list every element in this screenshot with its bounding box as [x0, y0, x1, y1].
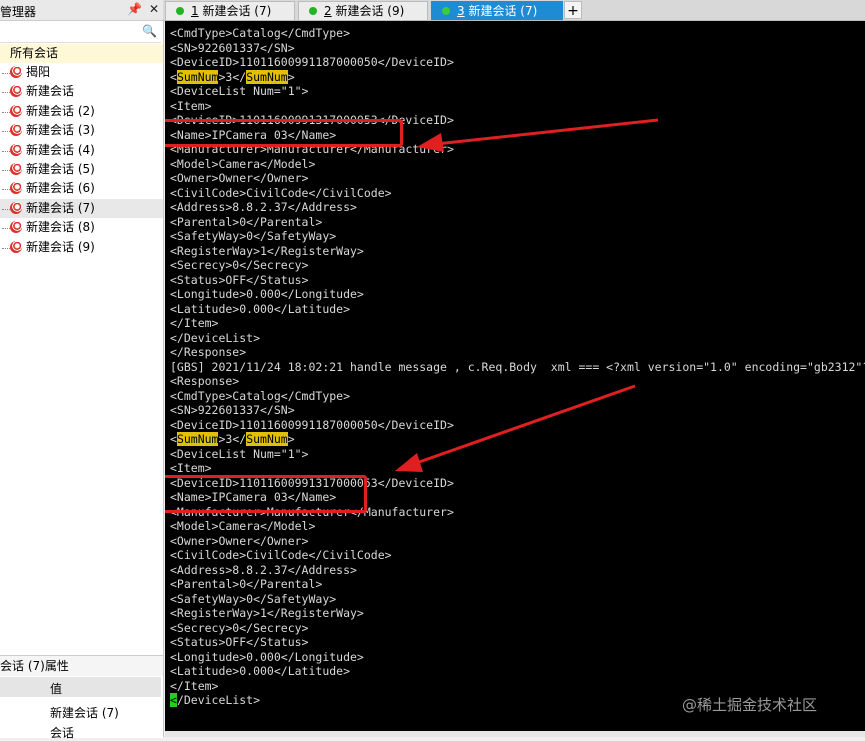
properties-title: 会话 (7)属性: [0, 656, 163, 676]
panel-title-bar: 管理器 📌 ✕: [0, 0, 163, 21]
session-swirl-icon: [10, 221, 22, 234]
tab-session-2[interactable]: 2 新建会话 (9): [298, 1, 428, 20]
tree-item-session[interactable]: 新建会话 (9): [0, 238, 163, 257]
session-swirl-icon: [10, 85, 22, 98]
tree-item-label: 新建会话 (5): [26, 161, 95, 176]
session-swirl-icon: [10, 240, 22, 253]
tree-item-session[interactable]: 新建会话 (2): [0, 102, 163, 121]
tree-item-session[interactable]: 揭阳: [0, 63, 163, 82]
tree-item-label: 新建会话 (2): [26, 103, 95, 118]
tree-item-session[interactable]: 新建会话 (8): [0, 218, 163, 237]
tab-session-3[interactable]: 3 新建会话 (7): [431, 1, 563, 20]
session-swirl-icon: [10, 66, 22, 78]
session-swirl-icon: [10, 201, 22, 214]
tab-session-1[interactable]: 1 新建会话 (7): [165, 1, 295, 20]
add-tab-button[interactable]: +: [564, 1, 582, 19]
tree-item-label: 新建会话 (8): [26, 220, 95, 235]
annotation-arrow-2-head: [395, 453, 423, 472]
session-swirl-icon: [10, 124, 22, 137]
tree-item-label: 新建会话 (6): [26, 181, 95, 196]
pin-icon[interactable]: 📌: [127, 2, 142, 16]
session-tree: 所有会话 揭阳新建会话新建会话 (2) 新建会话 (3) 新建会话 (4) 新建会话 …: [0, 44, 163, 257]
session-manager-panel: 管理器 📌 ✕ 🔍 所有会话 揭阳新建会话新建会话 (2) 新建会话 (3) 新建会…: [0, 0, 164, 740]
session-swirl-icon: [10, 162, 22, 175]
tree-item-session[interactable]: 新建会话 (6): [0, 179, 163, 198]
tree-item-session[interactable]: 新建会话 (3): [0, 121, 163, 140]
tree-item-session[interactable]: 新建会话 (4): [0, 141, 163, 160]
properties-panel: 会话 (7)属性 值 新建会话 (7) 会话: [0, 655, 163, 740]
properties-column-header: 值: [0, 677, 161, 697]
tree-item-label: 新建会话: [26, 84, 75, 99]
tree-item-label: 新建会话 (7): [26, 200, 95, 215]
annotation-arrow-2: [404, 384, 636, 469]
close-icon[interactable]: ✕: [147, 2, 161, 16]
value-column-label: 值: [50, 682, 63, 696]
annotation-arrows: [395, 118, 659, 472]
tree-item-label: 揭阳: [26, 65, 51, 79]
panel-title: 管理器: [0, 5, 37, 19]
tree-item-label: 新建会话 (4): [26, 142, 95, 157]
session-swirl-icon: [10, 182, 22, 195]
property-value-type: 会话: [50, 726, 75, 740]
tree-item-session[interactable]: 新建会话 (7): [0, 198, 163, 219]
tree-item-label: 新建会话 (9): [26, 239, 95, 254]
tree-item-label: 新建会话 (3): [26, 123, 95, 138]
search-icon[interactable]: 🔍: [142, 24, 157, 38]
session-swirl-icon: [10, 104, 22, 117]
session-swirl-icon: [10, 143, 22, 156]
property-value-name: 新建会话 (7): [50, 706, 119, 720]
terminal-output[interactable]: <CmdType>Catalog</CmdType> <SN>922601337<…: [165, 21, 865, 731]
tree-item-session[interactable]: 新建会话: [0, 82, 163, 101]
status-dot-icon: [442, 7, 450, 15]
annotation-arrow-1-head: [417, 133, 444, 152]
tree-item-session[interactable]: 新建会话 (5): [0, 160, 163, 179]
status-dot-icon: [309, 7, 317, 15]
tab-bar: 1 新建会话 (7) 2 新建会话 (9) 3 新建会话 (7) +: [163, 0, 865, 21]
horizontal-scrollbar[interactable]: [165, 731, 865, 737]
search-input[interactable]: 🔍: [0, 22, 161, 43]
status-dot-icon: [176, 7, 184, 15]
tree-root-all-sessions[interactable]: 所有会话: [0, 44, 163, 63]
annotation-arrow-1: [426, 118, 659, 147]
watermark: @稀土掘金技术社区: [682, 696, 818, 714]
